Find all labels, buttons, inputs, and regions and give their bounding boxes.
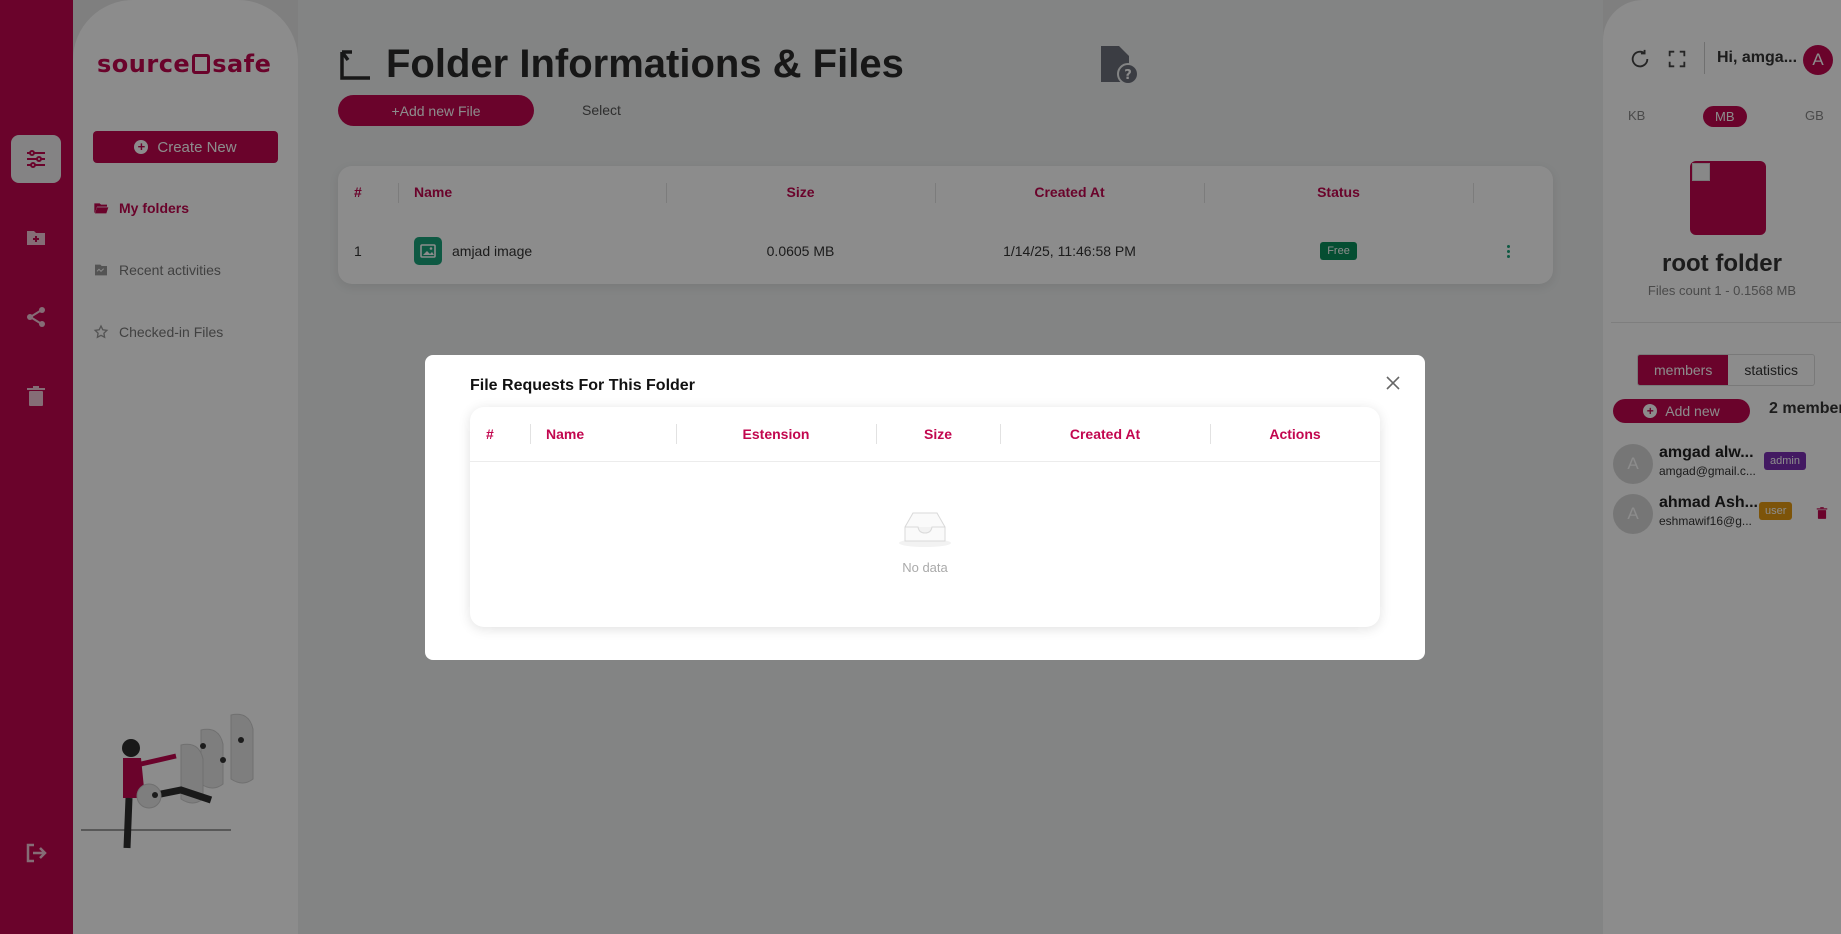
close-icon[interactable] bbox=[1385, 375, 1401, 391]
empty-state: No data bbox=[470, 507, 1380, 575]
modal-title: File Requests For This Folder bbox=[470, 377, 695, 394]
column-header-actions: Actions bbox=[1210, 407, 1380, 461]
empty-text: No data bbox=[902, 560, 948, 575]
column-header-index: # bbox=[486, 426, 494, 442]
column-header-name: Name bbox=[530, 407, 676, 461]
file-requests-modal: File Requests For This Folder # Name Est… bbox=[425, 355, 1425, 660]
requests-table-header: # Name Estension Size Created At Actions bbox=[470, 407, 1380, 462]
column-header-size: Size bbox=[876, 407, 1000, 461]
requests-table: # Name Estension Size Created At Actions… bbox=[470, 407, 1380, 627]
column-header-extension: Estension bbox=[676, 407, 876, 461]
empty-inbox-icon bbox=[899, 512, 951, 547]
column-header-created-at: Created At bbox=[1000, 407, 1210, 461]
